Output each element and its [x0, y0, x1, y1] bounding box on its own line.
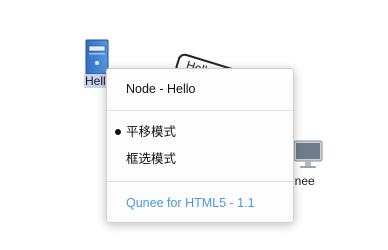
menu-separator — [107, 181, 293, 182]
monitor-icon[interactable] — [290, 140, 324, 172]
server-node-label: Hell — [84, 74, 108, 88]
selected-bullet-icon — [115, 129, 121, 135]
graph-canvas[interactable]: Hell Hello unee Node - Hello 平移模式 框选模式 — [0, 0, 388, 250]
menu-separator — [107, 110, 293, 111]
context-menu: Node - Hello 平移模式 框选模式 Qunee for HTML5 -… — [106, 68, 294, 223]
